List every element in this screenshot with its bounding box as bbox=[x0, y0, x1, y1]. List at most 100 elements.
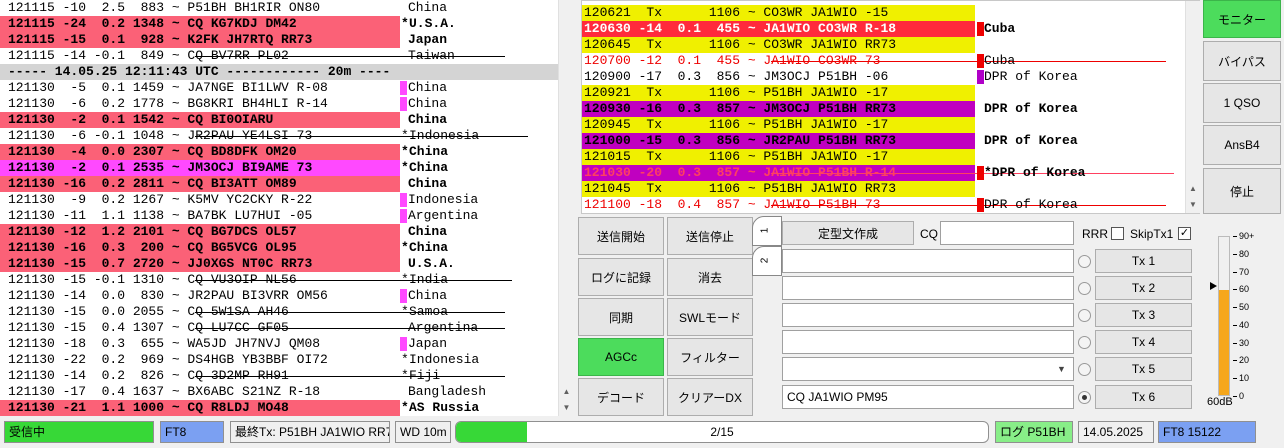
meter-tick-label: 50 bbox=[1239, 302, 1250, 313]
tx2-button[interactable]: Tx 2 bbox=[1095, 276, 1192, 300]
watchdog-status: WD 10m bbox=[395, 421, 451, 443]
rx-row[interactable]: 121045 Tx 1106 ~ P51BH JA1WIO RR73 bbox=[582, 181, 1185, 197]
decode-row[interactable]: 121130 -4 0.0 2307 ~ CQ BD8DFK OM20 * Chin… bbox=[0, 144, 558, 160]
ansb4-button[interactable]: AnsB4 bbox=[1203, 125, 1281, 165]
tx1-button[interactable]: Tx 1 bbox=[1095, 249, 1192, 273]
decode-row[interactable]: 121130 -21 1.1 1000 ~ CQ R8LDJ MO48 * AS R… bbox=[0, 400, 558, 416]
cq-input[interactable] bbox=[940, 221, 1074, 245]
decode-row[interactable]: 121130 -17 0.4 1637 ~ BX6ABC S21NZ R-18 B… bbox=[0, 384, 558, 400]
sync-button[interactable]: 同期 bbox=[578, 298, 664, 336]
decode-row[interactable]: 121115 -15 0.1 928 ~ K2FK JH7RTQ RR73 Jap… bbox=[0, 32, 558, 48]
decode-row[interactable]: 121130 -22 0.2 969 ~ DS4HGB YB3BBF OI72 *… bbox=[0, 352, 558, 368]
rrr-checkbox[interactable] bbox=[1111, 227, 1124, 240]
tx2-radio[interactable] bbox=[1078, 282, 1091, 295]
tx6-button[interactable]: Tx 6 bbox=[1095, 385, 1192, 409]
decode-row[interactable]: 121130 -18 0.3 655 ~ WA5JD JH7NVJ QM08 Ja… bbox=[0, 336, 558, 352]
new-entity-star: * bbox=[401, 128, 409, 143]
meter-bar bbox=[1218, 236, 1230, 396]
swl-mode-button[interactable]: SWLモード bbox=[667, 298, 753, 336]
one-qso-button[interactable]: 1 QSO bbox=[1203, 83, 1281, 123]
decode-message: 121130 -15 0.7 2720 ~ JJ0XGS NT0C RR73 bbox=[0, 256, 400, 272]
filter-button[interactable]: フィルター bbox=[667, 338, 753, 376]
rx-message: 120930 -16 0.3 857 ~ JM3OCJ P51BH RR73 bbox=[582, 101, 975, 117]
scroll-down-icon[interactable]: ▼ bbox=[559, 400, 574, 416]
tx5-message-combo[interactable] bbox=[782, 357, 1074, 381]
decode-row[interactable]: 121130 -11 1.1 1138 ~ BA7BK LU7HUI -05 Ar… bbox=[0, 208, 558, 224]
rx-frequency-list[interactable]: 120621 Tx 1106 ~ CO3WR JA1WIO -15 120630 … bbox=[582, 1, 1185, 213]
tx-stop-button[interactable]: 送信停止 bbox=[667, 217, 753, 255]
rx-row[interactable]: 120900 -17 0.3 856 ~ JM3OCJ P51BH -06 DPR… bbox=[582, 69, 1185, 85]
decode-row[interactable]: 121130 -14 0.0 830 ~ JR2PAU BI3VRR OM56 C… bbox=[0, 288, 558, 304]
band-activity-list[interactable]: 121115 -10 2.5 883 ~ P51BH BH1RIR ON80 Ch… bbox=[0, 0, 558, 416]
decode-row[interactable]: 121115 -14 -0.1 849 ~ CQ BV7RR PL02 Taiwa… bbox=[0, 48, 558, 64]
halt-button[interactable]: 停止 bbox=[1203, 168, 1281, 214]
decode-row[interactable]: 121130 -2 0.1 1542 ~ CQ BI0OIARU China bbox=[0, 112, 558, 128]
monitor-button[interactable]: モニター bbox=[1203, 0, 1281, 38]
rx-row[interactable]: 120945 Tx 1106 ~ P51BH JA1WIO -17 bbox=[582, 117, 1185, 133]
generate-messages-button[interactable]: 定型文作成 bbox=[782, 221, 914, 245]
rx-row[interactable]: 120630 -14 0.1 455 ~ JA1WIO CO3WR R-18 Cu… bbox=[582, 21, 1185, 37]
decode-row[interactable]: 121130 -16 0.2 2811 ~ CQ BI3ATT OM89 Chin… bbox=[0, 176, 558, 192]
chevron-down-icon[interactable]: ▼ bbox=[1057, 362, 1066, 376]
tx6-radio[interactable] bbox=[1078, 391, 1091, 404]
tx1-message-input[interactable] bbox=[782, 249, 1074, 273]
rx-row[interactable]: 121100 -18 0.4 857 ~ JA1WIO P51BH 73 DPR … bbox=[582, 197, 1185, 213]
rx-frequency-scrollbar[interactable]: ▲ ▼ bbox=[1185, 1, 1200, 213]
band-activity-scrollbar[interactable]: ▲ ▼ bbox=[558, 0, 574, 416]
rx-row[interactable]: 120645 Tx 1106 ~ CO3WR JA1WIO RR73 bbox=[582, 37, 1185, 53]
tx-enable-button[interactable]: 送信開始 bbox=[578, 217, 664, 255]
tx1-radio[interactable] bbox=[1078, 255, 1091, 268]
clear-dx-button[interactable]: クリアーDX bbox=[667, 378, 753, 416]
decode-row[interactable]: 121130 -9 0.2 1267 ~ K5MV YC2CKY R-22 Ind… bbox=[0, 192, 558, 208]
mode-frequency-status: FT8 15122 bbox=[1158, 421, 1256, 443]
decode-row[interactable]: 121130 -15 0.4 1307 ~ CQ LU7CC GF05 Argen… bbox=[0, 320, 558, 336]
tx5-radio[interactable] bbox=[1078, 363, 1091, 376]
tx-rx-progress: 2/15 bbox=[455, 421, 989, 443]
tx3-button[interactable]: Tx 3 bbox=[1095, 303, 1192, 327]
rx-row[interactable]: 120700 -12 0.1 455 ~ JA1WIO CO3WR 73 Cuba bbox=[582, 53, 1185, 69]
worked-marker bbox=[400, 337, 407, 351]
decode-row[interactable]: 121130 -14 0.2 826 ~ CQ 3D2MP RH91 * Fiji bbox=[0, 368, 558, 384]
decode-row[interactable]: 121130 -6 -0.1 1048 ~ JR2PAU YE4LSI 73 * I… bbox=[0, 128, 558, 144]
rx-row[interactable]: 121000 -15 0.3 856 ~ JR2PAU P51BH RR73 DP… bbox=[582, 133, 1185, 149]
tx6-message-input[interactable]: CQ JA1WIO PM95 bbox=[782, 385, 1074, 409]
decode-country: China bbox=[408, 96, 448, 111]
tx3-radio[interactable] bbox=[1078, 309, 1091, 322]
tab-2[interactable]: 2 bbox=[752, 246, 782, 276]
scroll-up-icon[interactable]: ▲ bbox=[559, 384, 574, 400]
decode-row[interactable]: 121130 -12 1.2 2101 ~ CQ BG7DCS OL57 Chin… bbox=[0, 224, 558, 240]
rx-row[interactable]: 120930 -16 0.3 857 ~ JM3OCJ P51BH RR73 DP… bbox=[582, 101, 1185, 117]
rx-row[interactable]: 120621 Tx 1106 ~ CO3WR JA1WIO -15 bbox=[582, 5, 1185, 21]
erase-button[interactable]: 消去 bbox=[667, 258, 753, 296]
skiptx1-checkbox[interactable]: ✓ bbox=[1178, 227, 1191, 240]
agcc-button[interactable]: AGCc bbox=[578, 338, 664, 376]
decode-row[interactable]: 121115 -24 0.2 1348 ~ CQ KG7KDJ DM42 * U.S… bbox=[0, 16, 558, 32]
decode-row[interactable]: 121130 -5 0.1 1459 ~ JA7NGE BI1LWV R-08 C… bbox=[0, 80, 558, 96]
decode-row[interactable]: 121130 -15 -0.1 1310 ~ CQ VU3OIP NL56 * In… bbox=[0, 272, 558, 288]
tx4-message-input[interactable] bbox=[782, 330, 1074, 354]
rx-frequency-pane[interactable]: 120621 Tx 1106 ~ CO3WR JA1WIO -15 120630 … bbox=[581, 0, 1200, 214]
decode-button[interactable]: デコード bbox=[578, 378, 664, 416]
band-activity-pane[interactable]: 121115 -10 2.5 883 ~ P51BH BH1RIR ON80 Ch… bbox=[0, 0, 574, 416]
bypass-button[interactable]: バイパス bbox=[1203, 41, 1281, 81]
scroll-up-icon[interactable]: ▲ bbox=[1186, 181, 1200, 197]
log-qso-button[interactable]: ログに記録 bbox=[578, 258, 664, 296]
decode-row[interactable]: 121130 -15 0.7 2720 ~ JJ0XGS NT0C RR73 U.… bbox=[0, 256, 558, 272]
decode-row[interactable]: 121130 -15 0.0 2055 ~ CQ 5W1SA AH46 * Samo… bbox=[0, 304, 558, 320]
tx5-button[interactable]: Tx 5 bbox=[1095, 357, 1192, 381]
decode-message: 121130 -21 1.1 1000 ~ CQ R8LDJ MO48 bbox=[0, 400, 400, 416]
band-separator[interactable]: ----- 14.05.25 12:11:43 UTC ------------… bbox=[0, 64, 558, 80]
decode-row[interactable]: 121130 -6 0.2 1778 ~ BG8KRI BH4HLI R-14 C… bbox=[0, 96, 558, 112]
scroll-down-icon[interactable]: ▼ bbox=[1186, 197, 1200, 213]
decode-row[interactable]: 121130 -2 0.1 2535 ~ JM3OCJ BI9AME 73 * Ch… bbox=[0, 160, 558, 176]
decode-row[interactable]: 121115 -10 2.5 883 ~ P51BH BH1RIR ON80 Ch… bbox=[0, 0, 558, 16]
tab-1[interactable]: 1 bbox=[752, 216, 782, 246]
tx4-radio[interactable] bbox=[1078, 336, 1091, 349]
tx3-message-input[interactable] bbox=[782, 303, 1074, 327]
rx-row[interactable]: 121030 -20 0.3 857 ~ JA1WIO P51BH R-14 *D… bbox=[582, 165, 1185, 181]
tx4-button[interactable]: Tx 4 bbox=[1095, 330, 1192, 354]
tx2-message-input[interactable] bbox=[782, 276, 1074, 300]
rx-row[interactable]: 121015 Tx 1106 ~ P51BH JA1WIO -17 bbox=[582, 149, 1185, 165]
decode-row[interactable]: 121130 -16 0.3 200 ~ CQ BG5VCG OL95 * Chin… bbox=[0, 240, 558, 256]
rx-row[interactable]: 120921 Tx 1106 ~ P51BH JA1WIO -17 bbox=[582, 85, 1185, 101]
